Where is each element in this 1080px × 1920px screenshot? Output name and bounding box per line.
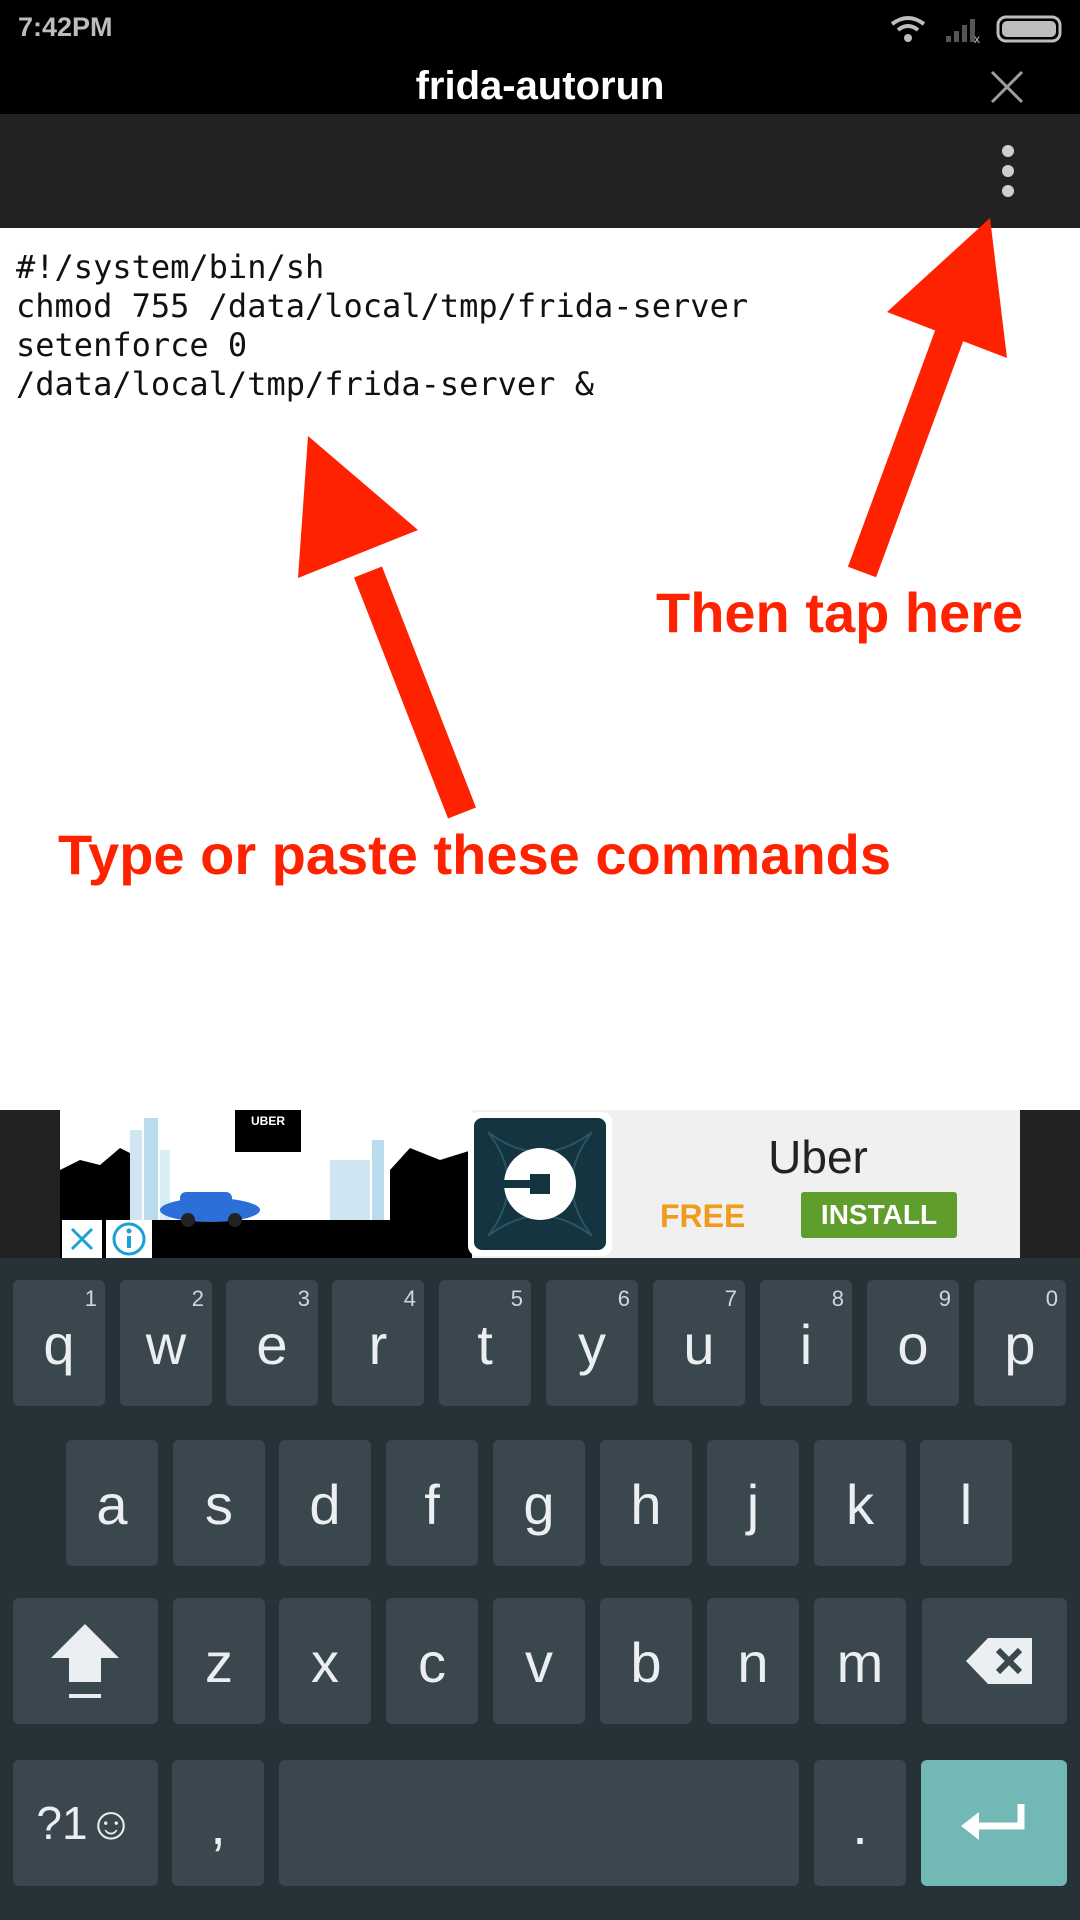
key-e[interactable]: 3e: [226, 1280, 318, 1406]
key-label: i: [799, 1313, 813, 1376]
key-label: w: [145, 1313, 187, 1376]
key-y[interactable]: 6y: [546, 1280, 638, 1406]
key-hint: 9: [938, 1286, 951, 1311]
key-hint: 6: [617, 1286, 630, 1311]
key-label: v: [525, 1631, 553, 1694]
key-label: l: [959, 1473, 973, 1536]
key-v[interactable]: v: [493, 1598, 585, 1724]
key-label: r: [368, 1313, 388, 1376]
key-label: z: [205, 1631, 233, 1694]
key-label: a: [96, 1473, 128, 1536]
key-label: p: [1004, 1313, 1036, 1376]
key-f[interactable]: f: [386, 1440, 478, 1566]
key-label: k: [846, 1473, 874, 1536]
key-label: ,: [210, 1793, 226, 1856]
key-a[interactable]: a: [66, 1440, 158, 1566]
key-z[interactable]: z: [173, 1598, 265, 1724]
key-label: d: [309, 1473, 341, 1536]
ad-brand-badge: UBER: [251, 1114, 285, 1128]
key-t[interactable]: 5t: [439, 1280, 531, 1406]
symbols-key[interactable]: ?1☺: [13, 1760, 158, 1886]
key-label: ?1☺: [36, 1797, 135, 1849]
key-hint: 0: [1045, 1286, 1058, 1311]
key-label: x: [311, 1631, 339, 1694]
key-hint: 7: [724, 1286, 737, 1311]
key-label: s: [205, 1473, 233, 1536]
enter-key[interactable]: [921, 1760, 1067, 1886]
key-label: o: [897, 1313, 929, 1376]
uber-app-icon[interactable]: [468, 1112, 612, 1256]
shift-key[interactable]: [13, 1598, 158, 1724]
key-label: q: [43, 1313, 75, 1376]
key-hint: 8: [831, 1286, 844, 1311]
key-j[interactable]: j: [707, 1440, 799, 1566]
arrow-to-editor-annotation: [298, 436, 476, 819]
key-g[interactable]: g: [493, 1440, 585, 1566]
annotation-type-paste: Type or paste these commands: [58, 823, 891, 886]
key-i[interactable]: 8i: [760, 1280, 852, 1406]
key-label: g: [523, 1473, 555, 1536]
key-label: b: [630, 1631, 662, 1694]
key-label: y: [578, 1313, 606, 1376]
key-label: .: [852, 1793, 868, 1856]
key-r[interactable]: 4r: [332, 1280, 424, 1406]
key-h[interactable]: h: [600, 1440, 692, 1566]
key-n[interactable]: n: [707, 1598, 799, 1724]
backspace-key[interactable]: [922, 1598, 1067, 1724]
key-hint: 4: [403, 1286, 416, 1311]
key-m[interactable]: m: [814, 1598, 906, 1724]
period-key[interactable]: .: [814, 1760, 906, 1886]
ad-app-name: Uber: [768, 1131, 868, 1183]
key-s[interactable]: s: [173, 1440, 265, 1566]
shift-icon: [51, 1624, 119, 1698]
ad-close-icon[interactable]: [62, 1220, 102, 1258]
ad-free-label: FREE: [660, 1198, 746, 1234]
enter-icon: [961, 1804, 1025, 1840]
key-hint: 1: [84, 1286, 97, 1311]
key-label: j: [746, 1473, 760, 1536]
key-label: t: [477, 1313, 493, 1376]
annotation-then-tap: Then tap here: [656, 581, 1024, 644]
key-hint: 2: [191, 1286, 204, 1311]
backspace-icon: [966, 1638, 1032, 1684]
key-w[interactable]: 2w: [120, 1280, 212, 1406]
key-p[interactable]: 0p: [974, 1280, 1066, 1406]
key-c[interactable]: c: [386, 1598, 478, 1724]
annotation-arrows: [298, 218, 1007, 819]
key-d[interactable]: d: [279, 1440, 371, 1566]
arrow-to-menu-annotation: [847, 218, 1007, 578]
key-hint: 3: [297, 1286, 310, 1311]
key-label: u: [683, 1313, 715, 1376]
key-x[interactable]: x: [279, 1598, 371, 1724]
key-label: h: [630, 1473, 662, 1536]
key-label: e: [256, 1313, 288, 1376]
ad-info-icon[interactable]: [106, 1220, 152, 1258]
key-q[interactable]: 1q: [13, 1280, 105, 1406]
ad-install-button[interactable]: INSTALL: [801, 1192, 957, 1238]
comma-key[interactable]: ,: [172, 1760, 264, 1886]
key-label: m: [836, 1631, 884, 1694]
key-label: c: [418, 1631, 446, 1694]
key-o[interactable]: 9o: [867, 1280, 959, 1406]
key-label: n: [737, 1631, 769, 1694]
key-b[interactable]: b: [600, 1598, 692, 1724]
key-hint: 5: [510, 1286, 523, 1311]
key-label: f: [424, 1473, 440, 1536]
key-u[interactable]: 7u: [653, 1280, 745, 1406]
key-k[interactable]: k: [814, 1440, 906, 1566]
space-key[interactable]: [279, 1760, 799, 1886]
key-l[interactable]: l: [920, 1440, 1012, 1566]
